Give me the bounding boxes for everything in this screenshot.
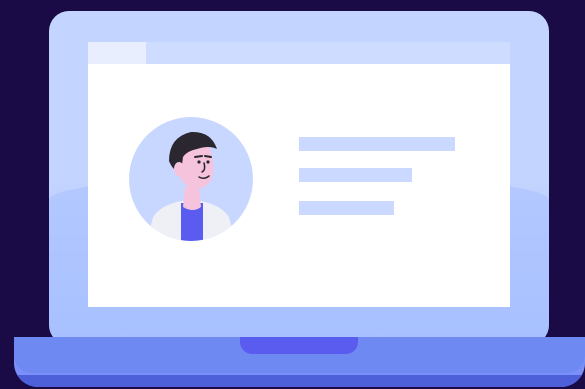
laptop-notch <box>240 337 358 354</box>
window-title-bar <box>88 42 510 64</box>
profile-window <box>88 42 510 307</box>
laptop-base-edge <box>14 375 585 387</box>
name-placeholder-line <box>299 137 455 151</box>
user-avatar-icon <box>129 117 253 241</box>
detail-placeholder-line <box>299 168 412 182</box>
laptop-illustration <box>0 0 585 389</box>
window-tab <box>88 42 146 64</box>
avatar-ear <box>174 162 184 176</box>
detail-placeholder-line <box>299 201 394 215</box>
avatar-neck <box>183 187 201 210</box>
